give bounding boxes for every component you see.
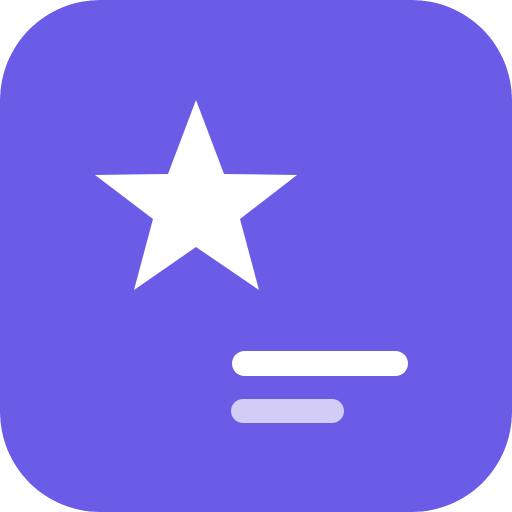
app-icon[interactable]	[0, 0, 512, 512]
text-line-secondary	[231, 399, 344, 423]
app-icon-graphic	[0, 0, 512, 512]
text-line-primary	[232, 351, 408, 376]
app-icon-background	[0, 0, 512, 512]
